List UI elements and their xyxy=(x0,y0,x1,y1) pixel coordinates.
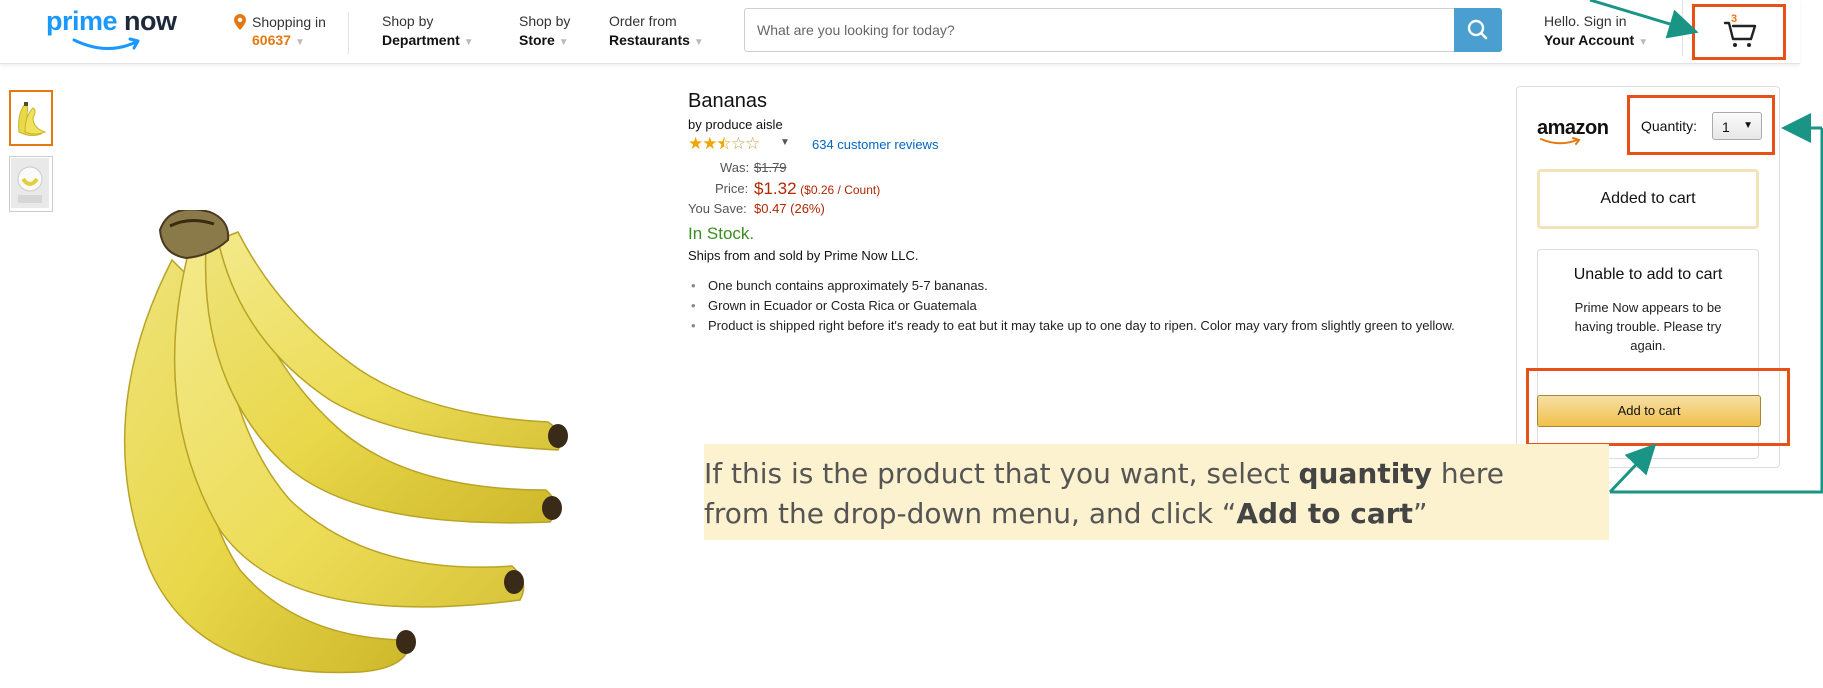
product-title: Bananas xyxy=(688,90,767,112)
banana-thumbnail-image xyxy=(18,102,47,137)
nav-shop-by-store[interactable]: Shop by Store ▼ xyxy=(519,12,570,52)
was-price: $1.79 xyxy=(754,160,787,175)
product-thumbnail-image xyxy=(11,158,49,208)
was-label: Was: xyxy=(720,160,750,175)
account-label: Your Account xyxy=(1544,32,1635,48)
chevron-down-icon: ▼ xyxy=(693,37,704,48)
thumbnail-alternate[interactable] xyxy=(9,156,53,212)
add-to-cart-button[interactable]: Add to cart xyxy=(1537,395,1761,427)
callout-text: If this is the product that you want, se… xyxy=(704,457,1299,490)
header-bar: prime now Shopping in 60637 ▼ Shop by Dep… xyxy=(0,0,1800,64)
customer-reviews-link[interactable]: 634 customer reviews xyxy=(812,137,938,152)
stock-status: In Stock. xyxy=(688,224,755,243)
instruction-callout: If this is the product that you want, se… xyxy=(704,444,1609,540)
nav-shop-by-department[interactable]: Shop by Department ▼ xyxy=(382,12,474,52)
nav-line2: Store xyxy=(519,32,555,48)
cart-icon xyxy=(1723,21,1757,47)
added-to-cart-message: Added to cart xyxy=(1537,169,1759,229)
nav-line2: Department xyxy=(382,32,460,48)
location-zip: 60637 ▼ xyxy=(252,32,305,48)
nav-order-from-restaurants[interactable]: Order from Restaurants ▼ xyxy=(609,12,704,52)
price-table: Was: $1.79 Price: $1.32 ($0.26 / Count) … xyxy=(688,158,1488,218)
location-pin-icon xyxy=(234,14,246,30)
savings-label: You Save: xyxy=(688,201,747,216)
header-divider xyxy=(348,12,349,54)
zip-text: 60637 xyxy=(252,32,291,48)
account-greeting: Hello. Sign in xyxy=(1544,13,1627,29)
list-item: One bunch contains approximately 5-7 ban… xyxy=(688,277,1478,295)
callout-bold-text: quantity xyxy=(1298,457,1432,490)
chevron-down-icon: ▼ xyxy=(558,37,569,48)
smile-icon xyxy=(72,37,140,51)
account-menu[interactable]: Hello. Sign in Your Account ▼ xyxy=(1544,12,1648,52)
seller-info: Ships from and sold by Prime Now LLC. xyxy=(688,248,919,263)
cart-button[interactable]: 3 xyxy=(1692,4,1786,60)
was-price-row: Was: $1.79 xyxy=(688,158,1488,177)
search-input[interactable] xyxy=(745,9,1456,51)
callout-text: here xyxy=(1431,457,1504,490)
quantity-highlight: Quantity: 1 ▼ xyxy=(1627,95,1775,155)
list-item: Product is shipped right before it's rea… xyxy=(688,317,1478,335)
chevron-down-icon[interactable]: ▼ xyxy=(780,137,790,148)
chevron-down-icon: ▼ xyxy=(1638,37,1649,48)
dropdown-arrow-icon: ▼ xyxy=(1743,120,1753,131)
callout-text: from the drop-down menu, and click “ xyxy=(704,497,1237,530)
quantity-label: Quantity: xyxy=(1641,118,1698,134)
prime-now-logo[interactable]: prime now xyxy=(46,6,186,58)
header-divider xyxy=(1682,0,1683,56)
error-message: Prime Now appears to be having trouble. … xyxy=(1574,300,1722,353)
star-rating[interactable]: ★★☆★☆☆ xyxy=(688,134,760,154)
quantity-value: 1 xyxy=(1722,119,1730,135)
callout-text: ” xyxy=(1412,497,1428,530)
search-bar xyxy=(744,8,1502,52)
chevron-down-icon: ▼ xyxy=(294,37,305,48)
product-brand[interactable]: by produce aisle xyxy=(688,117,1488,132)
price-label: Price: xyxy=(715,181,749,196)
savings-value: $0.47 (26%) xyxy=(754,201,825,216)
callout-bold-text: Add to cart xyxy=(1236,497,1413,530)
price-row: Price: $1.32 ($0.26 / Count) xyxy=(688,177,1488,199)
search-icon xyxy=(1467,19,1488,40)
nav-line1: Order from xyxy=(609,13,677,29)
nav-line2: Restaurants xyxy=(609,32,690,48)
product-info: Bananas by produce aisle ★★☆★☆☆ ▼ 634 cu… xyxy=(688,90,1488,337)
savings-row: You Save: $0.47 (26%) xyxy=(688,199,1488,218)
chevron-down-icon: ▼ xyxy=(463,37,474,48)
thumbnail-banana[interactable] xyxy=(9,90,53,146)
unit-price: ($0.26 / Count) xyxy=(800,183,881,197)
feature-bullets: One bunch contains approximately 5-7 ban… xyxy=(688,277,1478,335)
nav-line1: Shop by xyxy=(382,13,434,29)
smile-icon xyxy=(1540,137,1581,145)
cart-count-badge: 3 xyxy=(1731,13,1738,25)
logo-now-text: now xyxy=(124,6,177,36)
location-label: Shopping in xyxy=(252,14,326,30)
error-title: Unable to add to cart xyxy=(1573,266,1723,283)
rating-row: ★★☆★☆☆ ▼ 634 customer reviews xyxy=(688,134,1488,154)
list-item: Grown in Ecuador or Costa Rica or Guatem… xyxy=(688,297,1478,315)
logo-prime-text: prime xyxy=(46,6,118,36)
nav-line1: Shop by xyxy=(519,13,571,29)
current-price: $1.32 xyxy=(754,179,797,198)
product-image-bananas xyxy=(123,210,568,674)
quantity-select[interactable]: 1 ▼ xyxy=(1712,112,1762,140)
search-button[interactable] xyxy=(1454,8,1502,52)
